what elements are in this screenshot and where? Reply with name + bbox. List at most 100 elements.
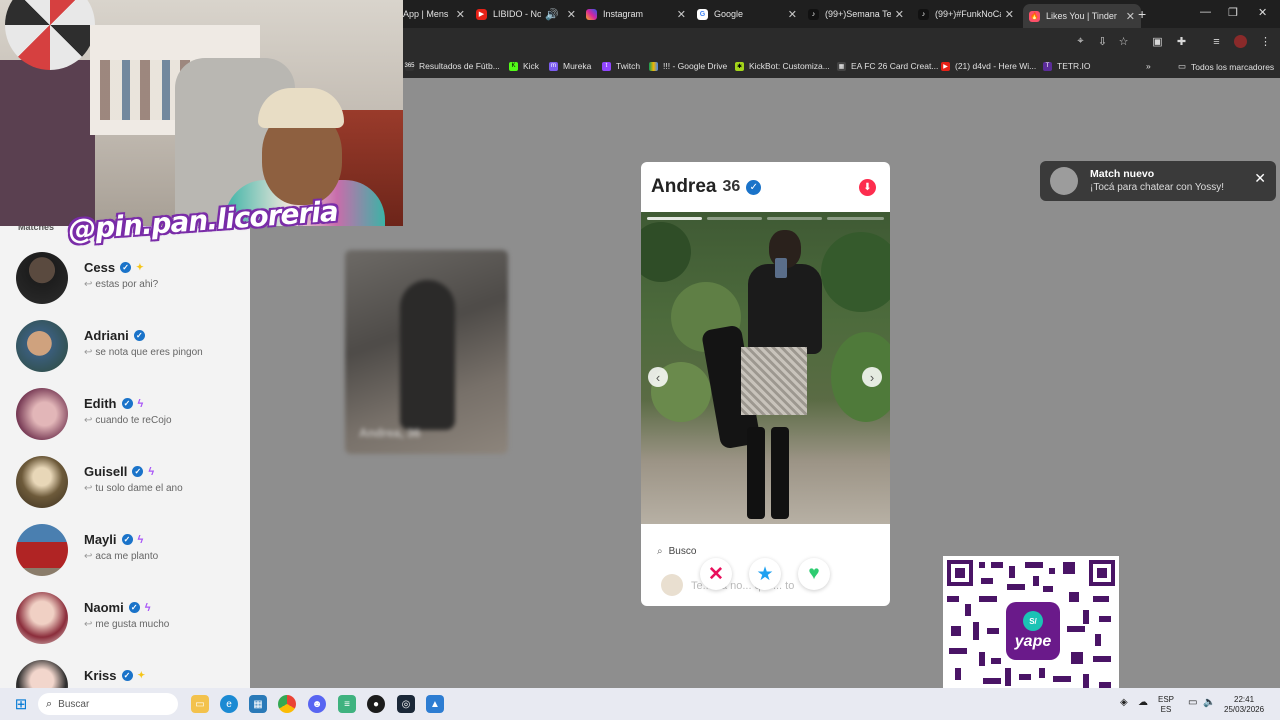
super-like-button[interactable]: ★	[749, 558, 781, 590]
instagram-icon	[586, 8, 597, 20]
tab-tiktok-2[interactable]: ♪ (99+)#FunkNoCa ✕	[918, 4, 1014, 24]
bookmark-label: Todos los marcadores	[1191, 61, 1275, 72]
volume-icon[interactable]: 🔈	[1203, 698, 1215, 708]
close-tab-icon[interactable]: ✕	[1126, 10, 1135, 23]
obs-icon[interactable]: ●	[367, 695, 385, 713]
bookmark-twitch[interactable]: t Twitch	[602, 61, 640, 71]
youtube-icon: ▶	[476, 8, 487, 20]
next-photo-button[interactable]: ›	[862, 367, 882, 387]
extension-icon[interactable]: ▣	[1151, 35, 1164, 48]
avatar	[1050, 167, 1078, 195]
profile-avatar-icon[interactable]	[1234, 35, 1247, 48]
bookmark-label: Resultados de Fútb...	[419, 61, 500, 71]
match-item-cess[interactable]: Cess ✓ ✦ ↩ estas por ahi?	[16, 252, 246, 308]
maximize-button[interactable]: ❐	[1228, 6, 1238, 19]
match-name: Kriss	[84, 668, 117, 683]
cloud-icon[interactable]: ☁	[1138, 698, 1148, 708]
tab-app-mens[interactable]: App | Mens ✕	[403, 4, 465, 24]
bookmark-label: (21) d4vd - Here Wi...	[955, 61, 1037, 71]
photos-app-icon[interactable]: ▲	[426, 695, 444, 713]
media-controls-icon[interactable]: ≡	[1210, 35, 1223, 48]
close-tab-icon[interactable]: ✕	[1005, 8, 1014, 21]
match-item-edith[interactable]: Edith ✓ ϟ ↩ cuando te reCojo	[16, 388, 246, 444]
bookmarks-overflow-icon[interactable]: »	[1146, 61, 1151, 71]
bookmark-star-icon[interactable]: ☆	[1117, 35, 1130, 48]
background-profile-card[interactable]: Andrea, 36	[345, 250, 508, 454]
bookmark-resultados[interactable]: 365 Resultados de Fútb...	[405, 61, 500, 71]
close-tab-icon[interactable]: ✕	[677, 8, 686, 21]
match-item-guisell[interactable]: Guisell ✓ ϟ ↩ tu solo dame el ano	[16, 456, 246, 512]
clock[interactable]: 22:41 25/03/2026	[1224, 695, 1264, 715]
like-button[interactable]: ♥	[798, 558, 830, 590]
tab-libido[interactable]: ▶ LIBIDO - No S 🔊 ✕	[476, 4, 576, 24]
yape-wordmark: yape	[1014, 633, 1052, 650]
tab-tinder[interactable]: 🔥 Likes You | Tinder ✕	[1023, 4, 1141, 28]
monitor-icon[interactable]: ▭	[1188, 698, 1197, 708]
clock-date: 25/03/2026	[1224, 705, 1265, 714]
bookmark-kickbot[interactable]: ✱ KickBot: Customiza...	[735, 61, 830, 71]
match-item-mayli[interactable]: Mayli ✓ ϟ ↩ aca me planto	[16, 524, 246, 580]
match-message: estas por ahi?	[95, 279, 159, 290]
reply-arrow-icon: ↩	[84, 347, 93, 358]
profile-age: 36	[722, 178, 741, 195]
close-tab-icon[interactable]: ✕	[895, 8, 904, 21]
boost-bolt-icon: ϟ	[144, 601, 151, 614]
bookmark-tetrio[interactable]: T TETR.IO	[1043, 61, 1091, 71]
taskbar-search[interactable]: ⌕ Buscar	[38, 693, 178, 715]
blurred-photo	[400, 280, 455, 430]
match-item-naomi[interactable]: Naomi ✓ ϟ ↩ me gusta mucho	[16, 592, 246, 648]
bookmark-eafc[interactable]: ▦ EA FC 26 Card Creat...	[837, 61, 938, 71]
previous-photo-button[interactable]: ‹	[648, 367, 668, 387]
steam-icon[interactable]: ◎	[397, 695, 415, 713]
notes-app-icon[interactable]: ≡	[338, 695, 356, 713]
tab-title: Google	[714, 9, 744, 19]
menu-dots-icon[interactable]: ⋮	[1259, 35, 1272, 48]
bookmark-kick[interactable]: K Kick	[509, 61, 539, 71]
puzzle-icon[interactable]: ✚	[1175, 35, 1188, 48]
close-tab-icon[interactable]: ✕	[456, 8, 465, 21]
phone	[775, 258, 787, 278]
reply-arrow-icon: ↩	[84, 551, 93, 562]
match-name: Adriani	[84, 328, 129, 343]
tab-tiktok-1[interactable]: ♪ (99+)Semana Ten ✕	[808, 4, 904, 24]
speaker-icon[interactable]: 🔊	[545, 8, 559, 21]
bookmark-mureka[interactable]: m Mureka	[549, 61, 591, 71]
close-window-button[interactable]: ✕	[1258, 6, 1267, 19]
bookmark-d4vd[interactable]: ▶ (21) d4vd - Here Wi...	[941, 61, 1036, 71]
all-bookmarks-folder[interactable]: ▭ Todos los marcadores	[1178, 61, 1274, 72]
bookmark-label: Mureka	[563, 61, 592, 71]
discord-icon[interactable]: ☻	[308, 695, 326, 713]
profile-photo[interactable]: ‹ ›	[641, 212, 890, 524]
edge-icon[interactable]: e	[220, 695, 238, 713]
file-explorer-icon[interactable]: ▭	[191, 695, 209, 713]
search-icon: ⌕	[657, 546, 663, 557]
match-item-adriani[interactable]: Adriani ✓ ↩ se nota que eres pingon	[16, 320, 246, 376]
location-icon[interactable]: ⌖	[1074, 35, 1087, 48]
reply-arrow-icon: ↩	[84, 279, 93, 290]
tab-instagram[interactable]: Instagram ✕	[586, 4, 686, 24]
reply-arrow-icon: ↩	[84, 483, 93, 494]
tab-google[interactable]: G Google ✕	[697, 4, 797, 24]
looking-for-label: Busco	[668, 546, 697, 557]
avatar	[16, 524, 68, 576]
windows-start-icon[interactable]: ⊞	[12, 695, 30, 713]
photo-progress-4	[827, 217, 884, 220]
eafc-icon: ▦	[837, 61, 846, 71]
close-tab-icon[interactable]: ✕	[567, 8, 576, 21]
nope-button[interactable]: ✕	[700, 558, 732, 590]
match-item-kriss[interactable]: Kriss ✓ ✦	[16, 660, 246, 688]
new-tab-button[interactable]: +	[1138, 6, 1146, 22]
minimize-button[interactable]: —	[1200, 6, 1211, 18]
install-app-icon[interactable]: ⇩	[1096, 35, 1109, 48]
chrome-icon[interactable]	[278, 695, 296, 713]
close-tab-icon[interactable]: ✕	[788, 8, 797, 21]
verified-icon: ✓	[746, 179, 762, 195]
match-message: aca me planto	[95, 551, 159, 562]
match-notification[interactable]: Match nuevo ¡Tocá para chatear con Yossy…	[1040, 161, 1276, 201]
bookmark-drive[interactable]: !!! - Google Drive	[649, 61, 727, 71]
network-icon[interactable]: ◈	[1120, 698, 1128, 708]
language-indicator[interactable]: ESP ES	[1158, 695, 1174, 715]
close-icon[interactable]: ✕	[1254, 170, 1266, 187]
collapse-profile-button[interactable]: ⬇	[859, 179, 876, 196]
store-icon[interactable]: ▦	[249, 695, 267, 713]
